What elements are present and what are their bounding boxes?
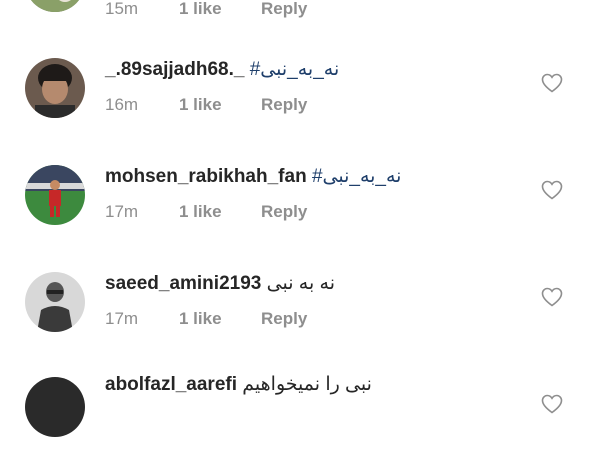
heart-icon[interactable]: [541, 180, 563, 200]
comment-text: نه به نبی: [266, 273, 335, 294]
comment-time: 17m: [105, 202, 139, 221]
heart-icon[interactable]: [541, 287, 563, 307]
comment-meta: 16m 1 like Reply: [105, 94, 307, 116]
comment-likes[interactable]: 1 like: [179, 201, 261, 223]
reply-button[interactable]: Reply: [261, 94, 307, 116]
reply-button[interactable]: Reply: [261, 0, 307, 20]
comment-likes[interactable]: 1 like: [179, 94, 261, 116]
comment-likes[interactable]: 1 like: [179, 0, 261, 20]
comment-item: abolfazl_aarefi نبی را نمیخواهیم: [0, 374, 600, 457]
heart-icon[interactable]: [541, 73, 563, 93]
heart-icon[interactable]: [541, 394, 563, 414]
comment-username[interactable]: _.89sajjadh68._: [105, 59, 244, 80]
comment-time: 16m: [105, 95, 139, 114]
comment-hashtag[interactable]: #نه_به_نبی: [250, 59, 340, 80]
avatar[interactable]: [25, 165, 85, 225]
avatar[interactable]: [25, 0, 85, 12]
comment-item: _.89sajjadh68._ #نه_به_نبی 16m 1 like Repl…: [0, 58, 600, 138]
avatar[interactable]: [25, 58, 85, 118]
comment-text-line: mohsen_rabikhah_fan #نه_به_نبی: [105, 165, 401, 189]
comment-meta: 15m 1 like Reply: [105, 0, 307, 20]
comment-hashtag[interactable]: #نه_به_نبی: [312, 166, 402, 187]
comment-meta: 17m 1 like Reply: [105, 201, 307, 223]
comment-time: 15m: [105, 0, 139, 18]
comment-time: 17m: [105, 309, 139, 328]
comment-text: نبی را نمیخواهیم: [242, 374, 372, 395]
comment-item-partial: 15m 1 like Reply: [0, 0, 600, 42]
comment-item: mohsen_rabikhah_fan #نه_به_نبی 17m 1 like…: [0, 165, 600, 245]
comment-username[interactable]: mohsen_rabikhah_fan: [105, 166, 307, 187]
comment-likes[interactable]: 1 like: [179, 308, 261, 330]
comment-text-line: _.89sajjadh68._ #نه_به_نبی: [105, 58, 339, 82]
comment-text-line: saeed_amini2193 نه به نبی: [105, 272, 335, 296]
reply-button[interactable]: Reply: [261, 201, 307, 223]
comment-username[interactable]: abolfazl_aarefi: [105, 374, 237, 395]
comment-text-line: abolfazl_aarefi نبی را نمیخواهیم: [105, 373, 372, 397]
comment-item: saeed_amini2193 نه به نبی 17m 1 like Reply: [0, 272, 600, 352]
comment-meta: 17m 1 like Reply: [105, 308, 307, 330]
comment-username[interactable]: saeed_amini2193: [105, 273, 261, 294]
avatar[interactable]: [25, 377, 85, 437]
reply-button[interactable]: Reply: [261, 308, 307, 330]
avatar[interactable]: [25, 272, 85, 332]
